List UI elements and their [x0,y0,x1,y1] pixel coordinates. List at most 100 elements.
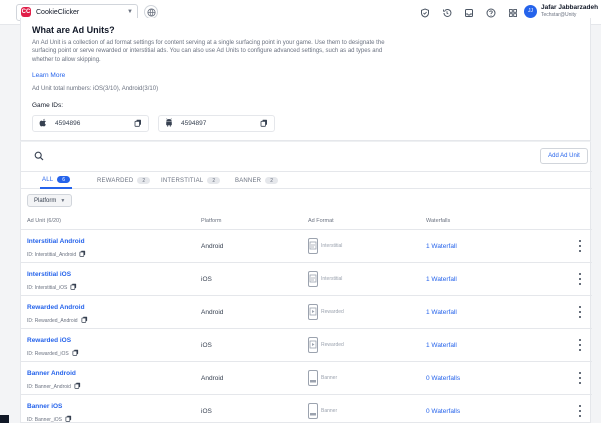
copy-icon[interactable] [81,316,88,325]
tab-label: ALL [42,176,54,183]
info-description: An Ad Unit is a collection of ad format … [32,40,385,63]
table-row[interactable]: Rewarded iOS ID: Rewarded_iOS iOS Rewarded 1… [21,329,592,362]
more-options-icon[interactable] [577,372,583,384]
ad-format-cell: Interstitial [308,238,342,254]
more-options-icon[interactable] [577,405,583,417]
ad-format-label: Banner [321,375,338,381]
ad-unit-name-link[interactable]: Rewarded Android [27,304,85,311]
tab-rewarded[interactable]: REWARDED 2 [97,172,151,189]
ad-unit-name-link[interactable]: Banner Android [27,370,76,377]
more-options-icon[interactable] [577,339,583,351]
ad-format-label: Interstitial [321,276,343,282]
table-row[interactable]: Rewarded Android ID: Rewarded_Android Andr… [21,296,592,329]
ad-unit-id: ID: Banner_iOS [27,415,72,423]
waterfalls-link[interactable]: 0 Waterfalls [426,375,460,382]
table-row[interactable]: Banner Android ID: Banner_Android Android B… [21,362,592,395]
table-row[interactable]: Interstitial Android ID: Interstitial_And… [21,230,592,263]
ad-format-label: Rewarded [321,309,344,315]
ad-format-cell: Rewarded [308,304,344,320]
tab-banner[interactable]: BANNER 2 [235,172,279,189]
search-row: Add Ad Unit [21,142,592,172]
phone-rewarded-icon [308,304,318,320]
chevron-down-icon: ▼ [60,197,66,204]
table-row[interactable]: Banner iOS ID: Banner_iOS iOS Banner 0 Water… [21,395,592,423]
shield-icon[interactable] [414,7,436,18]
ad-unit-id-text: ID: Banner_iOS [27,416,63,423]
tab-label: REWARDED [97,177,134,184]
history-icon[interactable] [436,8,458,18]
ad-units-info-card: What are Ad Units? An Ad Unit is a colle… [20,18,591,141]
waterfalls-link[interactable]: 1 Waterfall [426,342,457,349]
waterfalls-link[interactable]: 1 Waterfall [426,276,457,283]
ad-unit-id-text: ID: Rewarded_Android [27,317,78,324]
phone-rewarded-icon [308,337,318,353]
page-title: What are Ad Units? [32,25,115,35]
column-ad-unit: Ad Unit (6/20) [27,218,61,224]
waterfalls-link[interactable]: 0 Waterfalls [426,408,460,415]
more-options-icon[interactable] [577,273,583,285]
ad-units-panel: Add Ad Unit ALL 6 REWARDED 2 INTERSTITIA… [20,141,592,423]
table-header: Ad Unit (6/20) Platform Ad Format Waterf… [21,212,592,230]
add-ad-unit-button[interactable]: Add Ad Unit [540,148,588,164]
filter-label: Platform [34,197,57,204]
inbox-icon[interactable] [458,8,480,18]
column-ad-format: Ad Format [308,218,334,224]
search-icon[interactable] [34,151,44,163]
globe-icon[interactable] [144,5,158,19]
copy-icon[interactable] [134,119,142,129]
table-row[interactable]: Interstitial iOS ID: Interstitial_iOS iOS I… [21,263,592,296]
tab-count-badge: 2 [137,177,151,184]
platform-cell: Android [201,243,224,250]
user-menu[interactable]: JJ Jafar Jabbarzadeh Techstar@Unity [524,4,598,18]
copy-icon[interactable] [72,349,79,358]
platform-filter[interactable]: Platform ▼ [27,194,73,207]
column-waterfalls: Waterfalls [426,218,451,224]
corner-badge [0,415,9,423]
chevron-down-icon: ▼ [127,9,133,15]
tab-label: INTERSTITIAL [161,177,204,184]
tab-count-badge: 2 [207,177,221,184]
ad-format-cell: Banner [308,370,337,386]
project-logo: CC [21,7,31,17]
ad-unit-id: ID: Interstitial_iOS [27,283,77,292]
tab-interstitial[interactable]: INTERSTITIAL 2 [161,172,221,189]
game-id-value: 4594897 [181,120,207,127]
game-id-ios: 4594896 [32,115,149,132]
help-icon[interactable] [480,8,502,18]
game-ids-label: Game IDs: [32,102,64,109]
more-options-icon[interactable] [577,306,583,318]
ad-format-cell: Banner [308,403,337,419]
platform-cell: iOS [201,408,212,415]
tab-count-badge: 6 [57,176,71,183]
copy-icon[interactable] [260,119,268,129]
ad-format-label: Rewarded [321,342,344,348]
ad-format-label: Interstitial [321,243,343,249]
copy-icon[interactable] [70,283,77,292]
waterfalls-link[interactable]: 1 Waterfall [426,309,457,316]
ad-unit-name-link[interactable]: Banner iOS [27,403,62,410]
learn-more-link[interactable]: Learn More [32,72,65,79]
copy-icon[interactable] [79,250,86,259]
apps-grid-icon[interactable] [502,8,524,18]
ad-format-label: Banner [321,408,338,414]
ad-unit-total-numbers: Ad Unit total numbers: iOS(3/10), Androi… [32,86,159,92]
ad-unit-name-link[interactable]: Interstitial iOS [27,271,71,278]
tab-label: BANNER [235,177,262,184]
ad-unit-id: ID: Banner_Android [27,382,81,391]
ad-unit-id-text: ID: Rewarded_iOS [27,350,69,357]
ad-unit-name-link[interactable]: Interstitial Android [27,238,85,245]
android-icon [165,118,173,129]
copy-icon[interactable] [74,382,81,391]
platform-cell: Android [201,375,224,382]
ad-unit-id-text: ID: Interstitial_iOS [27,284,68,291]
tab-all[interactable]: ALL 6 [40,172,73,189]
apple-icon [39,118,47,129]
phone-banner-icon [308,370,318,386]
waterfalls-link[interactable]: 1 Waterfall [426,243,457,250]
more-options-icon[interactable] [577,240,583,252]
ad-unit-id-text: ID: Banner_Android [27,383,71,390]
copy-icon[interactable] [65,415,72,423]
ad-unit-name-link[interactable]: Rewarded iOS [27,337,71,344]
phone-interstitial-icon [308,238,318,254]
avatar: JJ [524,4,537,18]
